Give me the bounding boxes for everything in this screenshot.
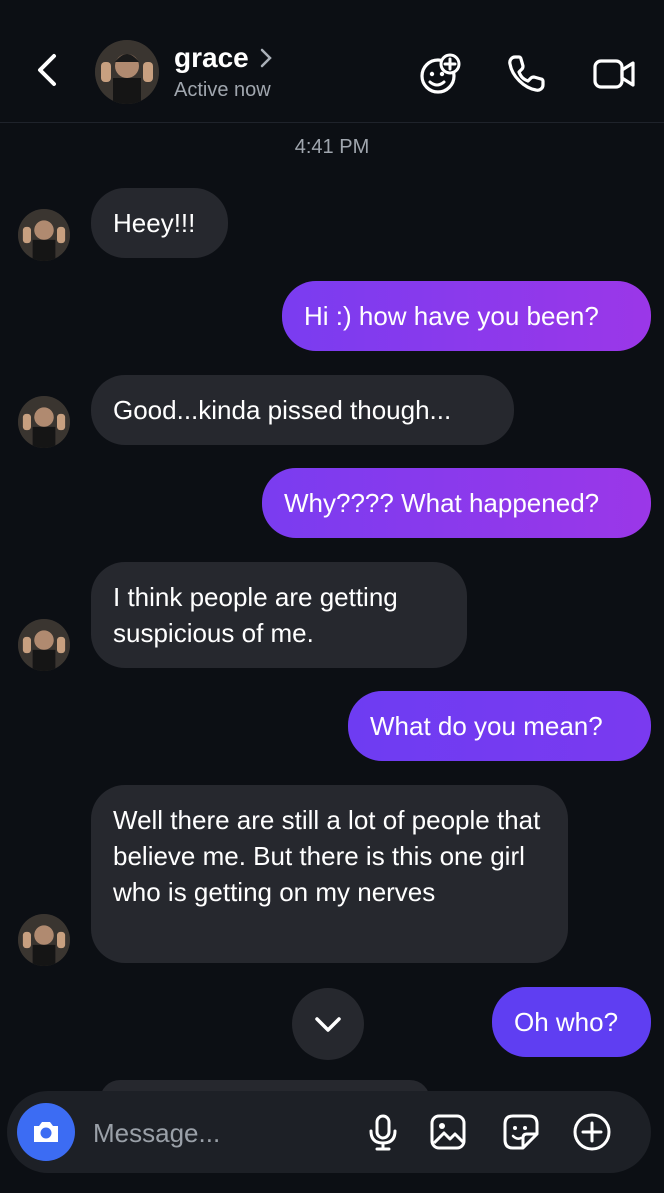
plus-circle-icon[interactable]: [572, 1112, 612, 1152]
message-text: Well there are still a lot of people tha…: [113, 805, 541, 907]
message-bubble-outgoing[interactable]: Hi :) how have you been?: [282, 281, 651, 351]
message-text: Why???? What happened?: [284, 488, 600, 518]
message-bubble-outgoing[interactable]: Why???? What happened?: [262, 468, 651, 538]
message-text: Hi :) how have you been?: [304, 301, 599, 331]
microphone-icon[interactable]: [363, 1112, 403, 1152]
avatar[interactable]: [18, 619, 70, 671]
active-status: Active now: [174, 79, 271, 101]
message-bubble-incoming[interactable]: Heey!!!: [91, 188, 228, 258]
camera-icon: [34, 1122, 58, 1142]
sticker-icon[interactable]: [501, 1112, 541, 1152]
message-text: What do you mean?: [370, 711, 603, 741]
contact-name-link[interactable]: grace: [174, 42, 273, 74]
avatar[interactable]: [18, 396, 70, 448]
message-bubble-incoming[interactable]: I think people are getting suspicious of…: [91, 562, 467, 668]
image-icon[interactable]: [428, 1112, 468, 1152]
scroll-to-bottom-button[interactable]: [292, 988, 364, 1060]
phone-icon[interactable]: [504, 52, 548, 96]
avatar[interactable]: [18, 914, 70, 966]
avatar[interactable]: [18, 209, 70, 261]
message-text: Oh who?: [514, 1007, 619, 1037]
message-text: Good...kinda pissed though...: [113, 395, 452, 425]
message-text: I think people are getting suspicious of…: [113, 582, 398, 648]
message-timestamp: 4:41 PM: [294, 136, 370, 158]
contact-name: grace: [174, 42, 249, 73]
avatar[interactable]: [95, 40, 159, 104]
message-bubble-outgoing[interactable]: Oh who?: [492, 987, 651, 1057]
message-composer: [7, 1091, 651, 1173]
chevron-down-icon: [315, 1017, 341, 1032]
message-text: Heey!!!: [113, 208, 196, 238]
message-bubble-incoming[interactable]: Well there are still a lot of people tha…: [91, 785, 568, 963]
camera-button[interactable]: [17, 1103, 75, 1161]
chevron-right-icon: [260, 48, 272, 68]
face-effects-icon[interactable]: [418, 52, 462, 96]
message-input[interactable]: [91, 1109, 355, 1157]
chevron-left-icon[interactable]: [28, 50, 68, 90]
message-bubble-outgoing[interactable]: What do you mean?: [348, 691, 651, 761]
video-camera-icon[interactable]: [592, 52, 636, 96]
chat-header: grace Active now: [0, 0, 664, 123]
message-bubble-incoming[interactable]: Good...kinda pissed though...: [91, 375, 514, 445]
